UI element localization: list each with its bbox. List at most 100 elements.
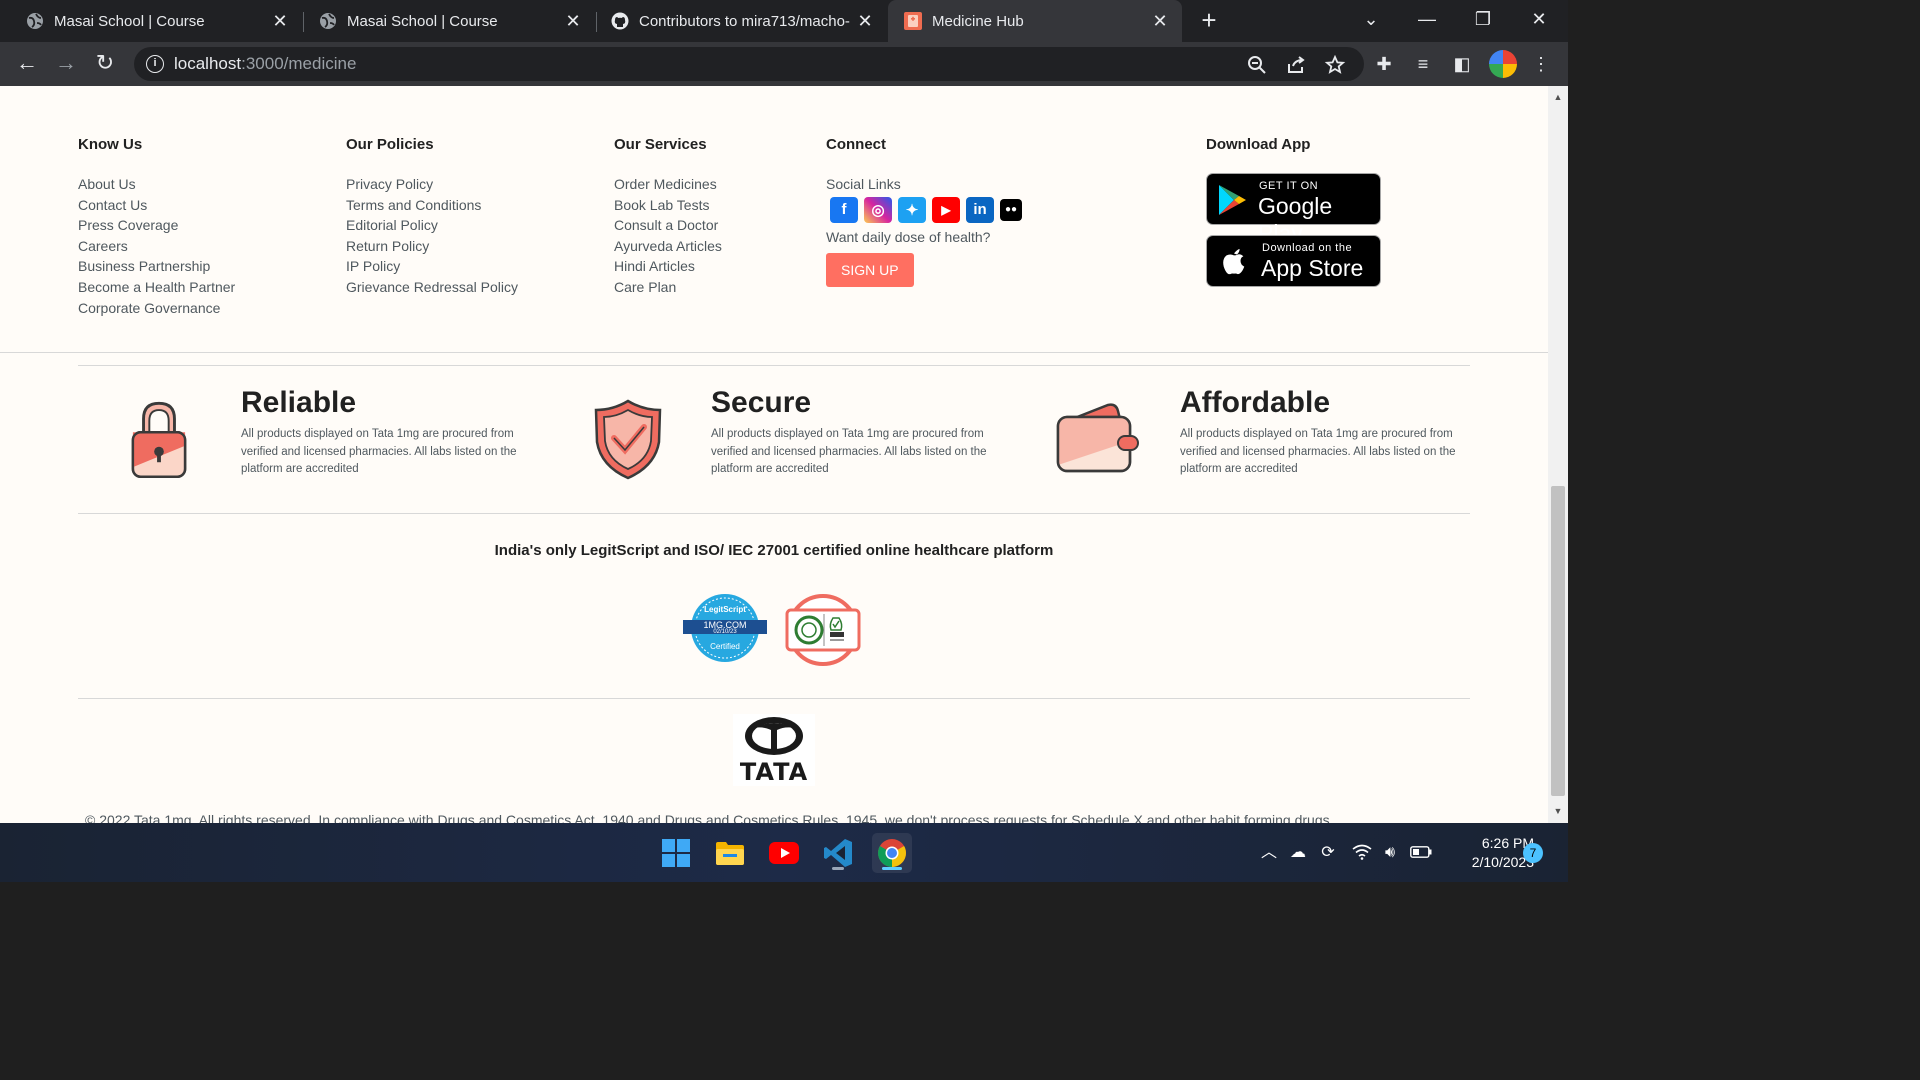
wifi-icon[interactable] [1352,844,1372,860]
footer-connect: Connect Social Links f ◎ ✦ ▶ in ●● Want … [826,136,1022,288]
footer-link-grievance-policy[interactable]: Grievance Redressal Policy [346,277,518,298]
footer-link-careers[interactable]: Careers [78,236,235,257]
legitscript-date: 02/10/23 [713,629,737,635]
extensions-icon[interactable]: ✚ [1372,52,1396,76]
window-close-icon[interactable]: ✕ [1511,0,1567,42]
globe-icon [320,13,336,29]
media-control-icon[interactable]: ≡ [1411,52,1435,76]
windows-start-icon[interactable] [656,833,696,873]
back-arrow-icon[interactable]: ← [13,50,41,78]
tab-medicine-hub[interactable]: Medicine Hub ✕ [888,0,1182,42]
share-icon[interactable] [1285,55,1307,75]
footer-heading: Download App [1206,136,1311,153]
tab-search-chevron-icon[interactable]: ⌄ [1343,0,1399,42]
footer-heading: Connect [826,136,886,153]
youtube-app-icon[interactable] [764,833,804,873]
footer-link-order-medicines[interactable]: Order Medicines [614,174,722,195]
section-divider [78,365,1470,366]
tab-title: Medicine Hub [932,12,1024,30]
tab-close-icon[interactable]: ✕ [855,11,875,32]
scroll-down-arrow-icon[interactable]: ▼ [1548,806,1568,816]
footer-link-contact-us[interactable]: Contact Us [78,195,235,216]
linkedin-icon[interactable]: in [966,196,994,223]
feature-text: All products displayed on Tata 1mg are p… [1180,428,1456,475]
restore-icon[interactable]: ❐ [1455,0,1511,42]
certification-title: India's only LegitScript and ISO/ IEC 27… [494,542,1054,559]
iso-certification-badge[interactable] [783,594,863,666]
legitscript-brand: LegitScript [704,605,746,614]
app-store-big-text: App Store [1261,255,1364,281]
tab-github-contributors[interactable]: Contributors to mira713/macho- ✕ [585,0,887,42]
system-clock[interactable]: 6:26 PM 2/10/2023 [1444,834,1534,872]
footer-link-health-partner[interactable]: Become a Health Partner [78,277,235,298]
youtube-icon[interactable]: ▶ [932,196,960,223]
medium-icon[interactable]: ●● [1000,198,1022,221]
vscode-icon[interactable] [818,833,858,873]
footer-link-about-us[interactable]: About Us [78,174,235,195]
apple-icon [1223,248,1245,275]
scrollbar-thumb[interactable] [1551,486,1565,796]
side-panel-icon[interactable]: ◧ [1450,52,1474,76]
forward-arrow-icon[interactable]: → [52,50,80,78]
tab-masai-1[interactable]: Masai School | Course ✕ [0,0,302,42]
wallet-icon [1056,403,1139,473]
footer-policies: Our Policies Privacy Policy Terms and Co… [346,136,518,298]
scroll-up-arrow-icon[interactable]: ▲ [1548,92,1568,102]
file-explorer-icon[interactable] [710,833,750,873]
site-info-icon[interactable]: i [146,55,164,73]
tray-overflow-chevron-icon[interactable]: ︿ [1258,823,1280,882]
tab-close-icon[interactable]: ✕ [563,11,583,32]
legitscript-badge[interactable]: LegitScript 1MG.COM 02/10/23 Certified [683,592,767,664]
windows-taskbar: ︿ ☁ ⟳ 🔊︎ 6:26 PM 2/10/2023 [0,823,1568,882]
profile-avatar[interactable] [1489,50,1517,78]
footer-link-ayurveda-articles[interactable]: Ayurveda Articles [614,236,722,257]
footer-link-hindi-articles[interactable]: Hindi Articles [614,256,722,277]
tata-logo: TATA [733,714,815,786]
footer-link-ip-policy[interactable]: IP Policy [346,256,518,277]
newsletter-text: Want daily dose of health? [826,228,991,245]
zoom-icon[interactable] [1246,55,1268,75]
battery-icon[interactable] [1410,846,1432,858]
youtube-glyph: ▶ [941,202,951,217]
chrome-icon[interactable] [872,833,912,873]
google-play-badge[interactable]: GET IT ON Google Play [1206,173,1381,246]
sync-icon[interactable]: ⟳ [1316,823,1340,882]
bookmark-star-icon[interactable] [1324,55,1346,75]
page-scrollbar[interactable]: ▲ ▼ [1548,86,1568,823]
tab-close-icon[interactable]: ✕ [270,11,290,32]
footer-link-care-plan[interactable]: Care Plan [614,277,722,298]
footer-link-return-policy[interactable]: Return Policy [346,236,518,257]
notification-count-badge[interactable]: 7 [1523,843,1543,863]
volume-icon[interactable]: 🔊︎ [1378,823,1402,882]
shield-check-icon [594,399,662,480]
footer-link-business-partnership[interactable]: Business Partnership [78,256,235,277]
instagram-icon[interactable]: ◎ [864,196,892,223]
footer-link-book-lab-tests[interactable]: Book Lab Tests [614,195,722,216]
footer-link-editorial-policy[interactable]: Editorial Policy [346,215,518,236]
onedrive-cloud-icon[interactable]: ☁ [1286,823,1310,882]
app-store-small-text: Download on the [1262,242,1353,254]
address-bar[interactable]: i localhost:3000/medicine [134,47,1364,81]
chrome-menu-icon[interactable]: ⋮ [1529,52,1553,76]
app-store-badge[interactable]: Download on the App Store [1206,235,1381,287]
twitter-icon[interactable]: ✦ [898,196,926,223]
minimize-icon[interactable]: — [1399,0,1455,42]
tab-masai-2[interactable]: Masai School | Course ✕ [293,0,595,42]
footer-link-terms[interactable]: Terms and Conditions [346,195,518,216]
youtube-logo-icon [769,842,799,864]
google-play-icon [1219,185,1246,215]
feature-title: Secure [711,386,812,419]
url-text[interactable]: localhost:3000/medicine [174,54,356,74]
facebook-icon[interactable]: f [830,196,858,223]
signup-button[interactable]: SIGN UP [826,253,914,288]
footer-link-press-coverage[interactable]: Press Coverage [78,215,235,236]
footer-link-privacy-policy[interactable]: Privacy Policy [346,174,518,195]
new-tab-button[interactable]: + [1196,6,1222,36]
feature-secure: Secure All products displayed on Tata 1m… [711,386,1003,479]
tab-close-icon[interactable]: ✕ [1150,11,1170,32]
reload-icon[interactable]: ↻ [91,50,119,78]
footer-link-corporate-governance[interactable]: Corporate Governance [78,298,235,319]
github-icon [611,12,629,30]
medium-glyph: ●● [1004,204,1018,216]
footer-link-consult-doctor[interactable]: Consult a Doctor [614,215,722,236]
